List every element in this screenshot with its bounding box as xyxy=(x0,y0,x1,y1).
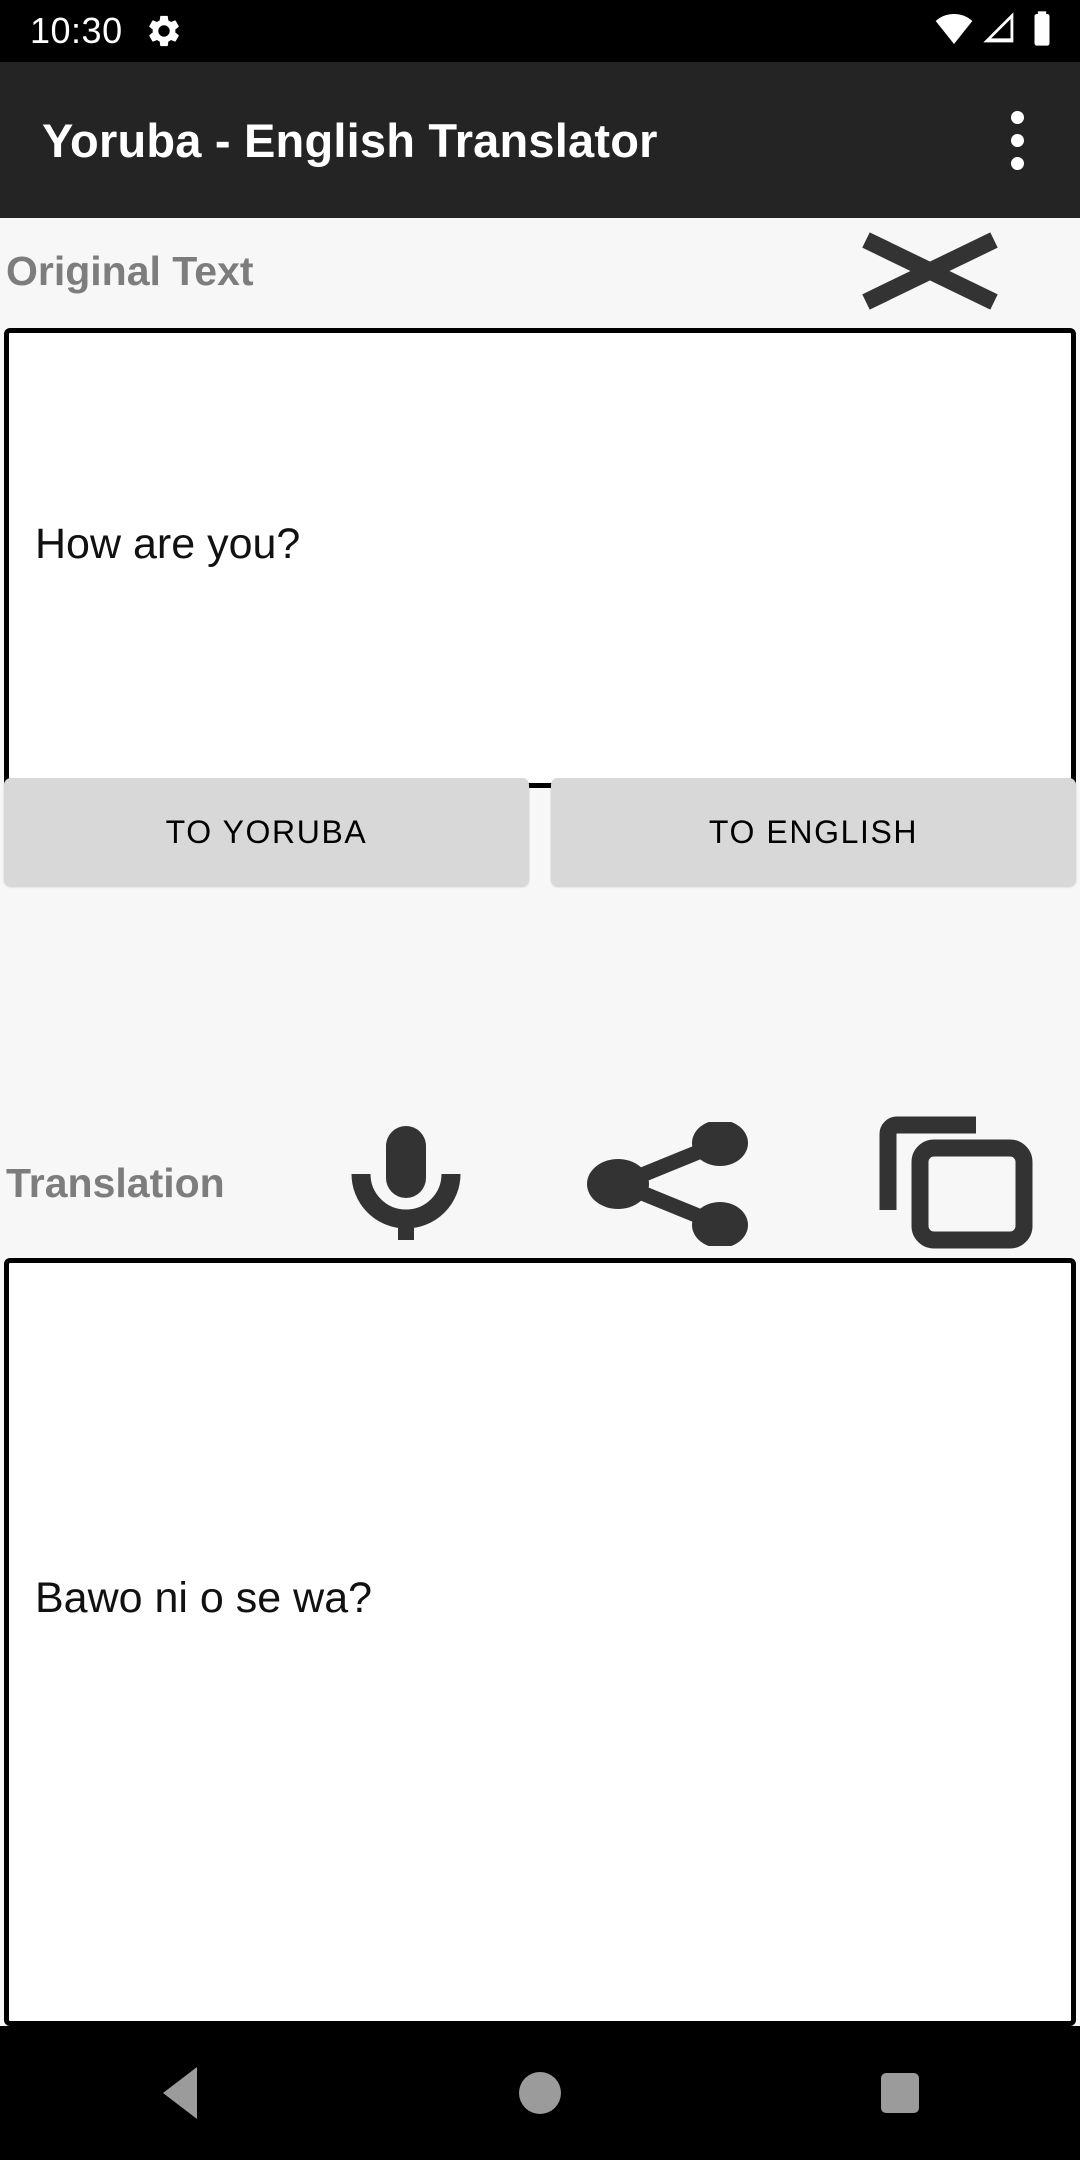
app-bar: Yoruba - English Translator xyxy=(0,62,1080,218)
overflow-dot xyxy=(1010,133,1024,147)
status-bar: 10:30 xyxy=(0,0,1080,62)
home-glyph xyxy=(519,2072,561,2114)
original-text-header: Original Text xyxy=(0,218,1080,324)
signal-icon xyxy=(980,9,1020,54)
translation-header: Translation xyxy=(0,1108,1080,1258)
overflow-menu-icon[interactable] xyxy=(982,90,1052,190)
microphone-icon[interactable] xyxy=(326,1122,486,1246)
status-icons xyxy=(934,9,1058,54)
recents-glyph xyxy=(881,2073,919,2113)
to-yoruba-button[interactable]: TO YORUBA xyxy=(4,778,529,886)
to-english-button[interactable]: TO ENGLISH xyxy=(551,778,1076,886)
original-text-label: Original Text xyxy=(6,247,254,294)
home-circle-icon[interactable] xyxy=(440,2026,640,2160)
page-title: Yoruba - English Translator xyxy=(42,113,658,167)
share-icon[interactable] xyxy=(578,1122,758,1246)
translation-value: Bawo ni o se wa? xyxy=(35,1574,373,1622)
back-glyph xyxy=(163,2067,197,2119)
close-icon[interactable] xyxy=(856,232,1004,310)
status-clock: 10:30 xyxy=(30,10,123,51)
original-text-value: How are you? xyxy=(35,520,301,568)
recents-square-icon[interactable] xyxy=(800,2026,1000,2160)
back-triangle-icon[interactable] xyxy=(80,2026,280,2160)
overflow-dot xyxy=(1010,110,1024,124)
gear-icon xyxy=(145,12,183,50)
android-nav-bar xyxy=(0,2026,1080,2160)
phone-screen: 10:30 Yoruba - English Translator Origin… xyxy=(0,0,1080,2160)
translation-label: Translation xyxy=(6,1159,225,1206)
wifi-icon xyxy=(934,9,974,54)
copy-icon[interactable] xyxy=(874,1114,1044,1250)
translation-output[interactable]: Bawo ni o se wa? xyxy=(4,1258,1076,2026)
main-content: Original Text How are you? TO YORUBA TO … xyxy=(0,218,1080,2026)
battery-icon xyxy=(1026,9,1058,54)
original-text-input[interactable]: How are you? xyxy=(4,328,1076,788)
overflow-dot xyxy=(1010,156,1024,170)
